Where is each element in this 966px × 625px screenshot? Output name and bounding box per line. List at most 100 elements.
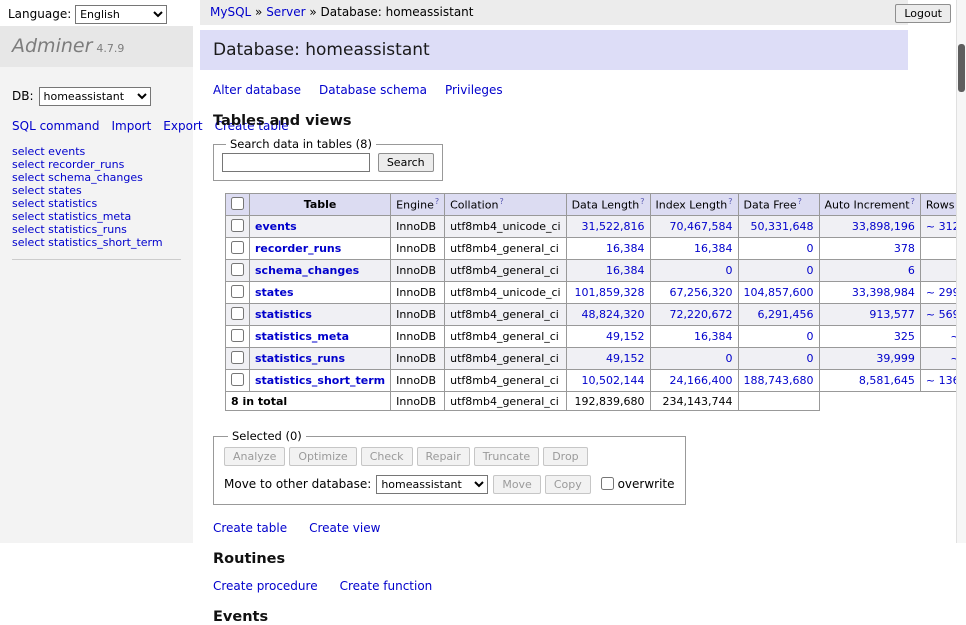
- table-cell-index-length: 0: [650, 348, 738, 370]
- help-icon[interactable]: ?: [728, 197, 732, 206]
- index-length-link[interactable]: 0: [726, 352, 733, 365]
- table-header-row: TableEngine?Collation?Data Length?Index …: [226, 194, 966, 216]
- data-length-link[interactable]: 101,859,328: [575, 286, 645, 299]
- data-free-link[interactable]: 0: [807, 264, 814, 277]
- scrollbar-track[interactable]: [956, 0, 966, 543]
- row-checkbox[interactable]: [231, 241, 244, 254]
- index-length-link[interactable]: 72,220,672: [670, 308, 733, 321]
- sidebar-select-states-link[interactable]: select states: [12, 184, 181, 197]
- table-name-link[interactable]: statistics: [255, 308, 312, 321]
- auto-increment-link[interactable]: 33,898,196: [852, 220, 915, 233]
- sidebar-select-statistics-meta-link[interactable]: select statistics_meta: [12, 210, 181, 223]
- auto-increment-link[interactable]: 325: [894, 330, 915, 343]
- auto-increment-link[interactable]: 39,999: [876, 352, 915, 365]
- truncate-button[interactable]: Truncate: [474, 447, 539, 466]
- create-function-link[interactable]: Create function: [340, 579, 433, 593]
- create-procedure-link[interactable]: Create procedure: [213, 579, 318, 593]
- copy-button[interactable]: Copy: [545, 475, 591, 494]
- sidebar-select-schema-changes-link[interactable]: select schema_changes: [12, 171, 181, 184]
- data-length-link[interactable]: 31,522,816: [582, 220, 645, 233]
- row-checkbox[interactable]: [231, 219, 244, 232]
- privileges-link[interactable]: Privileges: [445, 83, 503, 97]
- db-select[interactable]: homeassistant: [39, 87, 151, 106]
- row-check-cell: [226, 282, 250, 304]
- database-schema-link[interactable]: Database schema: [319, 83, 427, 97]
- move-button[interactable]: Move: [493, 475, 541, 494]
- row-checkbox[interactable]: [231, 373, 244, 386]
- alter-database-link[interactable]: Alter database: [213, 83, 301, 97]
- routines-section-title: Routines: [213, 551, 895, 567]
- help-icon[interactable]: ?: [798, 197, 802, 206]
- table-row-states: statesInnoDButf8mb4_unicode_ci101,859,32…: [226, 282, 966, 304]
- row-checkbox[interactable]: [231, 329, 244, 342]
- sidebar-import-link[interactable]: Import: [111, 119, 151, 133]
- data-free-link[interactable]: 0: [807, 242, 814, 255]
- language-select[interactable]: English: [75, 5, 167, 24]
- help-icon[interactable]: ?: [435, 197, 439, 206]
- row-checkbox[interactable]: [231, 263, 244, 276]
- table-cell-collation: utf8mb4_general_ci: [445, 260, 566, 282]
- table-name-link[interactable]: events: [255, 220, 297, 233]
- sidebar-select-statistics-runs-link[interactable]: select statistics_runs: [12, 223, 181, 236]
- table-cell-engine: InnoDB: [391, 348, 445, 370]
- overwrite-checkbox[interactable]: [601, 477, 614, 490]
- help-icon[interactable]: ?: [499, 197, 503, 206]
- select-all-checkbox[interactable]: [231, 197, 244, 210]
- data-free-link[interactable]: 50,331,648: [751, 220, 814, 233]
- help-icon[interactable]: ?: [911, 197, 915, 206]
- table-name-link[interactable]: states: [255, 286, 294, 299]
- auto-increment-link[interactable]: 8,581,645: [859, 374, 915, 387]
- table-name-link[interactable]: statistics_meta: [255, 330, 349, 343]
- data-length-link[interactable]: 49,152: [606, 352, 645, 365]
- sidebar-select-events-link[interactable]: select events: [12, 145, 181, 158]
- sidebar-select-recorder-runs-link[interactable]: select recorder_runs: [12, 158, 181, 171]
- table-name-link[interactable]: recorder_runs: [255, 242, 341, 255]
- repair-button[interactable]: Repair: [417, 447, 470, 466]
- create-table-link[interactable]: Create table: [213, 521, 287, 535]
- data-free-link[interactable]: 104,857,600: [744, 286, 814, 299]
- breadcrumb-server[interactable]: Server: [266, 5, 305, 19]
- data-length-link[interactable]: 49,152: [606, 330, 645, 343]
- sidebar-select-statistics-short-term-link[interactable]: select statistics_short_term: [12, 236, 181, 249]
- index-length-link[interactable]: 16,384: [694, 242, 733, 255]
- auto-increment-link[interactable]: 33,398,984: [852, 286, 915, 299]
- sidebar-sql-command-link[interactable]: SQL command: [12, 119, 99, 133]
- help-icon[interactable]: ?: [640, 197, 644, 206]
- data-length-link[interactable]: 10,502,144: [582, 374, 645, 387]
- index-length-link[interactable]: 0: [726, 264, 733, 277]
- sidebar-select-statistics-link[interactable]: select statistics: [12, 197, 181, 210]
- row-checkbox[interactable]: [231, 351, 244, 364]
- move-db-select[interactable]: homeassistant: [376, 475, 488, 494]
- index-length-link[interactable]: 67,256,320: [670, 286, 733, 299]
- auto-increment-link[interactable]: 378: [894, 242, 915, 255]
- data-free-link[interactable]: 0: [807, 330, 814, 343]
- table-name-link[interactable]: statistics_runs: [255, 352, 345, 365]
- row-checkbox[interactable]: [231, 285, 244, 298]
- auto-increment-link[interactable]: 913,577: [869, 308, 915, 321]
- scrollbar-thumb[interactable]: [958, 44, 965, 92]
- check-button[interactable]: Check: [361, 447, 413, 466]
- auto-increment-link[interactable]: 6: [908, 264, 915, 277]
- data-length-link[interactable]: 16,384: [606, 242, 645, 255]
- data-length-link[interactable]: 16,384: [606, 264, 645, 277]
- logout-button[interactable]: Logout: [895, 4, 951, 23]
- data-free-link[interactable]: 6,291,456: [758, 308, 814, 321]
- index-length-link[interactable]: 16,384: [694, 330, 733, 343]
- adminer-logo[interactable]: Adminer: [12, 35, 92, 57]
- create-view-link[interactable]: Create view: [309, 521, 380, 535]
- data-length-link[interactable]: 48,824,320: [582, 308, 645, 321]
- search-input[interactable]: [222, 153, 370, 172]
- optimize-button[interactable]: Optimize: [289, 447, 356, 466]
- table-name-link[interactable]: statistics_short_term: [255, 374, 385, 387]
- table-name-link[interactable]: schema_changes: [255, 264, 359, 277]
- index-length-link[interactable]: 24,166,400: [670, 374, 733, 387]
- sidebar-export-link[interactable]: Export: [163, 119, 202, 133]
- data-free-link[interactable]: 188,743,680: [744, 374, 814, 387]
- row-checkbox[interactable]: [231, 307, 244, 320]
- data-free-link[interactable]: 0: [807, 352, 814, 365]
- breadcrumb-mysql[interactable]: MySQL: [210, 5, 251, 19]
- search-button[interactable]: Search: [378, 153, 434, 172]
- index-length-link[interactable]: 70,467,584: [670, 220, 733, 233]
- drop-button[interactable]: Drop: [543, 447, 587, 466]
- analyze-button[interactable]: Analyze: [224, 447, 285, 466]
